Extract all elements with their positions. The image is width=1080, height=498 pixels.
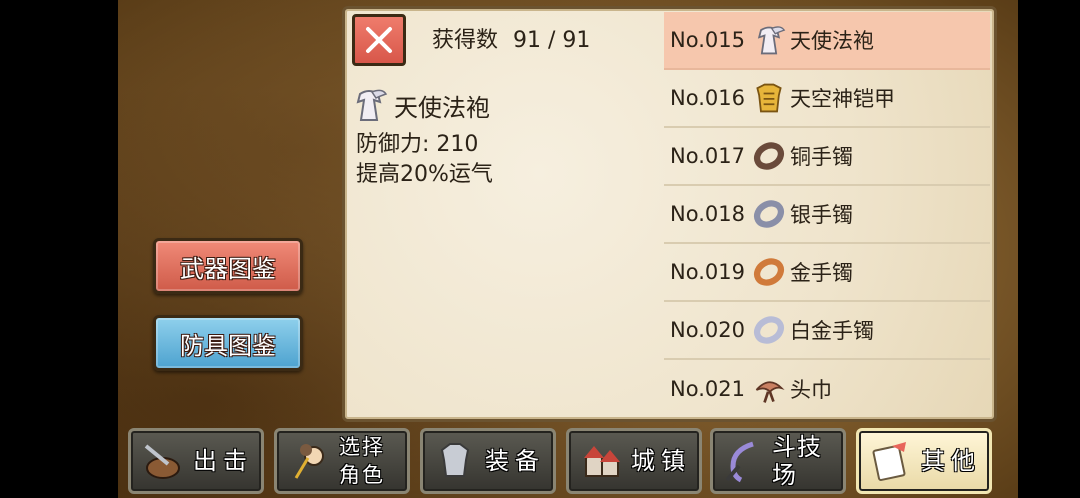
- tab-town[interactable]: 城镇: [566, 428, 702, 494]
- sortie-icon: [135, 433, 191, 489]
- item-number: No.017: [670, 144, 745, 168]
- sky-god-armor-icon: [750, 79, 788, 117]
- silver-bracelet-icon: [750, 195, 788, 233]
- tab-other[interactable]: 其他: [856, 428, 992, 494]
- tab-label: 斗技场: [772, 433, 822, 489]
- select-character-icon: [281, 433, 337, 489]
- item-name: 金手镯: [790, 261, 853, 285]
- right-letterbox: [1018, 0, 1080, 498]
- close-icon: [366, 27, 392, 53]
- tab-label: 其他: [921, 447, 981, 475]
- close-button[interactable]: [352, 14, 406, 66]
- arena-icon: [717, 433, 770, 489]
- collection-count: 获得数 91 / 91: [432, 22, 590, 54]
- list-item[interactable]: No.019 金手镯: [664, 244, 990, 302]
- item-number: No.015: [670, 28, 745, 52]
- list-item[interactable]: No.016 天空神铠甲: [664, 70, 990, 128]
- tab-sortie[interactable]: 出击: [128, 428, 264, 494]
- tab-arena[interactable]: 斗技场: [710, 428, 846, 494]
- list-item[interactable]: No.017 铜手镯: [664, 128, 990, 186]
- item-number: No.019: [670, 260, 745, 284]
- item-number: No.020: [670, 318, 745, 342]
- armor-catalog-button[interactable]: 防具图鉴: [153, 315, 303, 371]
- detail-title: 天使法袍: [350, 86, 490, 124]
- item-name: 银手镯: [790, 203, 853, 227]
- detail-defense: 防御力: 210: [356, 132, 479, 157]
- list-item[interactable]: No.021 头巾: [664, 360, 990, 418]
- bandana-icon: [750, 370, 788, 408]
- equipment-icon: [427, 433, 483, 489]
- tab-equipment[interactable]: 装备: [420, 428, 556, 494]
- left-letterbox: [0, 0, 118, 498]
- angel-robe-icon: [750, 21, 788, 59]
- angel-robe-icon: [356, 89, 388, 121]
- list-item[interactable]: No.015 天使法袍: [664, 12, 990, 70]
- tab-label: 选择 角色: [339, 435, 385, 487]
- tab-label: 出击: [193, 447, 253, 475]
- item-name: 铜手镯: [790, 145, 853, 169]
- item-name: 头巾: [790, 378, 832, 402]
- gold-bracelet-icon: [750, 253, 788, 291]
- detail-stats: 防御力: 210 提高20%运气: [356, 130, 493, 190]
- item-number: No.018: [670, 202, 745, 226]
- tab-select-character[interactable]: 选择 角色: [274, 428, 410, 494]
- item-number: No.016: [670, 86, 745, 110]
- item-number: No.021: [670, 377, 745, 401]
- detail-effect: 提高20%运气: [356, 162, 493, 187]
- list-item[interactable]: No.020 白金手镯: [664, 302, 990, 360]
- item-list[interactable]: No.015 天使法袍 No.016 天空神铠甲 No.017 铜手镯 No.0…: [664, 12, 990, 418]
- item-name: 天使法袍: [790, 29, 874, 53]
- tab-label: 城镇: [631, 447, 691, 475]
- platinum-bracelet-icon: [750, 311, 788, 349]
- item-name: 白金手镯: [790, 319, 874, 343]
- weapon-catalog-button[interactable]: 武器图鉴: [153, 238, 303, 294]
- list-item[interactable]: No.018 银手镯: [664, 186, 990, 244]
- town-icon: [573, 433, 629, 489]
- collection-count-value: 91 / 91: [513, 28, 591, 53]
- tab-label: 装备: [485, 447, 545, 475]
- detail-item-name: 天使法袍: [394, 93, 490, 122]
- other-icon: [863, 433, 919, 489]
- item-name: 天空神铠甲: [790, 87, 895, 111]
- collection-count-label: 获得数: [432, 28, 499, 53]
- bronze-bracelet-icon: [750, 137, 788, 175]
